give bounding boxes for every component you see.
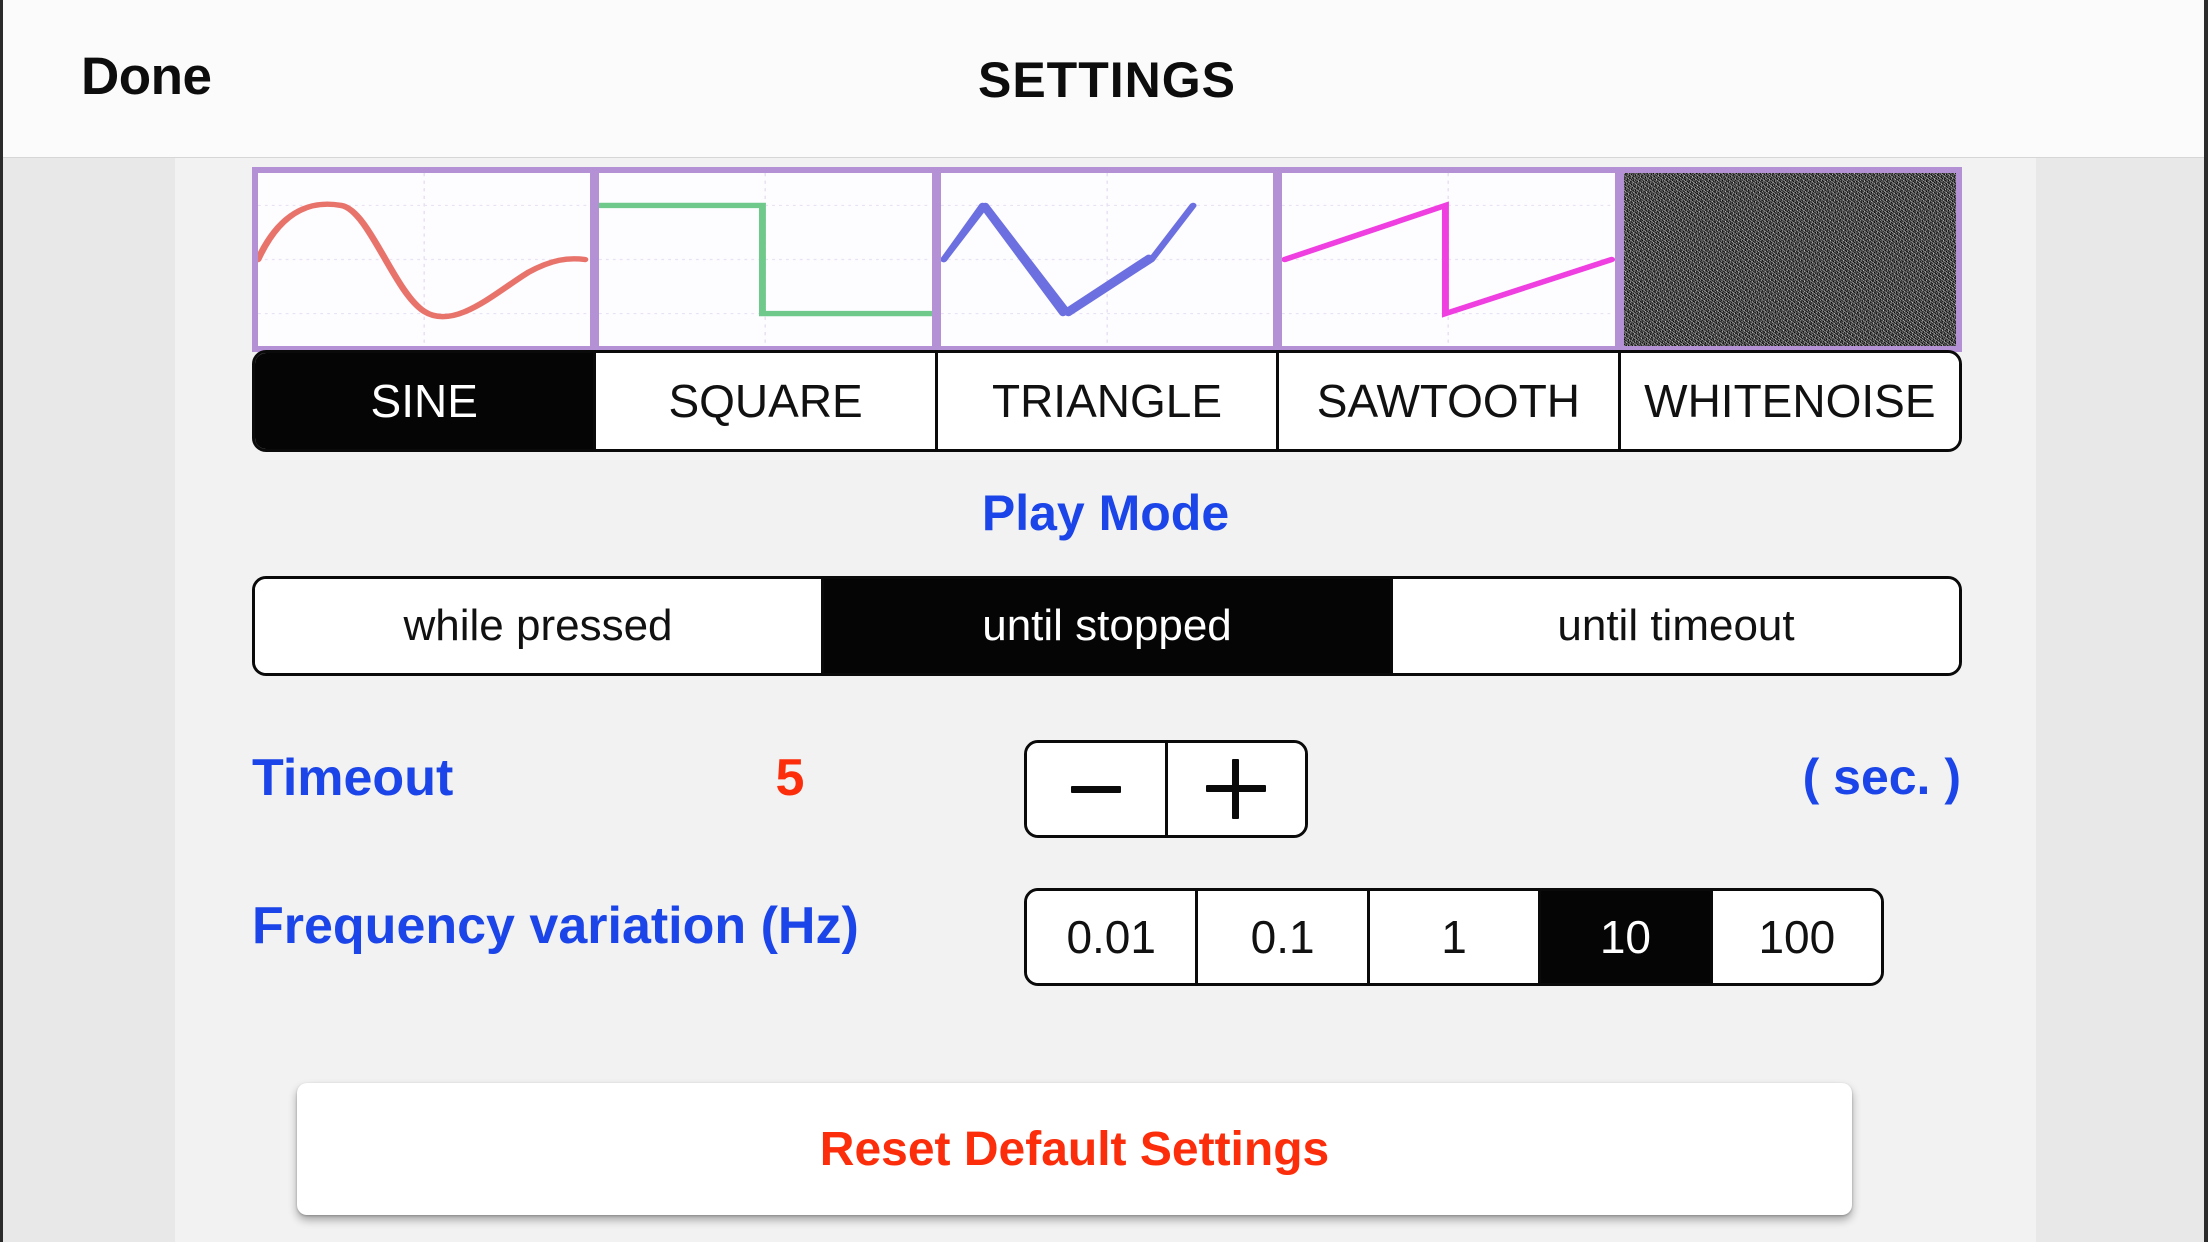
- play-mode-option-until-timeout[interactable]: until timeout: [1390, 579, 1959, 673]
- timeout-row: Timeout 5 ( sec. ): [175, 740, 2036, 844]
- sine-wave-icon: [258, 173, 591, 346]
- frequency-option-1[interactable]: 1: [1366, 891, 1539, 983]
- timeout-unit-label: ( sec. ): [1802, 749, 1961, 805]
- play-mode-selector[interactable]: while pressed until stopped until timeou…: [252, 576, 1962, 676]
- timeout-increment-button[interactable]: [1164, 743, 1305, 835]
- page-title: SETTINGS: [977, 52, 1237, 108]
- waveform-option-square[interactable]: SQUARE: [593, 353, 935, 449]
- frequency-option-0-01[interactable]: 0.01: [1027, 891, 1196, 983]
- frequency-variation-row: Frequency variation (Hz) 0.01 0.1 1 10 1…: [175, 888, 2036, 992]
- settings-screen: Done SETTINGS SINE SQUARE TRIANGLE SAWTO…: [0, 0, 2208, 1242]
- frequency-option-0-1[interactable]: 0.1: [1195, 891, 1367, 983]
- frequency-option-10[interactable]: 10: [1538, 891, 1710, 983]
- play-mode-option-while-pressed[interactable]: while pressed: [255, 579, 821, 673]
- sawtooth-wave-icon: [1282, 173, 1615, 346]
- plus-icon: [1206, 759, 1267, 819]
- play-mode-option-until-stopped[interactable]: until stopped: [821, 579, 1390, 673]
- square-wave-icon: [599, 173, 932, 346]
- timeout-value: 5: [775, 749, 805, 807]
- waveform-thumbnail-triangle[interactable]: [934, 167, 1280, 352]
- frequency-option-100[interactable]: 100: [1709, 891, 1881, 983]
- reset-default-settings-button[interactable]: Reset Default Settings: [297, 1083, 1852, 1215]
- waveform-thumbnail-sawtooth[interactable]: [1276, 167, 1621, 352]
- settings-content: SINE SQUARE TRIANGLE SAWTOOTH WHITENOISE…: [175, 158, 2036, 1242]
- whitenoise-texture-icon: [1623, 173, 1957, 346]
- timeout-decrement-button[interactable]: [1027, 743, 1165, 835]
- waveform-option-triangle[interactable]: TRIANGLE: [934, 353, 1277, 449]
- triangle-wave-icon: [940, 173, 1274, 346]
- waveform-option-sawtooth[interactable]: SAWTOOTH: [1276, 353, 1618, 449]
- play-mode-heading: Play Mode: [981, 485, 1230, 541]
- timeout-label: Timeout: [252, 749, 454, 807]
- navigation-bar: Done SETTINGS: [3, 0, 2204, 158]
- minus-icon: [1070, 785, 1121, 793]
- timeout-stepper[interactable]: [1024, 740, 1308, 838]
- waveform-option-whitenoise[interactable]: WHITENOISE: [1617, 353, 1959, 449]
- waveform-selector[interactable]: SINE SQUARE TRIANGLE SAWTOOTH WHITENOISE: [252, 350, 1962, 452]
- waveform-thumbnail-sine[interactable]: [252, 167, 597, 352]
- frequency-variation-selector[interactable]: 0.01 0.1 1 10 100: [1024, 888, 1884, 986]
- waveform-thumbnail-square[interactable]: [593, 167, 938, 352]
- waveform-thumbnail-whitenoise[interactable]: [1617, 167, 1963, 352]
- frequency-variation-label: Frequency variation (Hz): [252, 897, 859, 955]
- waveform-preview-strip: [252, 167, 1963, 352]
- waveform-option-sine[interactable]: SINE: [255, 353, 594, 449]
